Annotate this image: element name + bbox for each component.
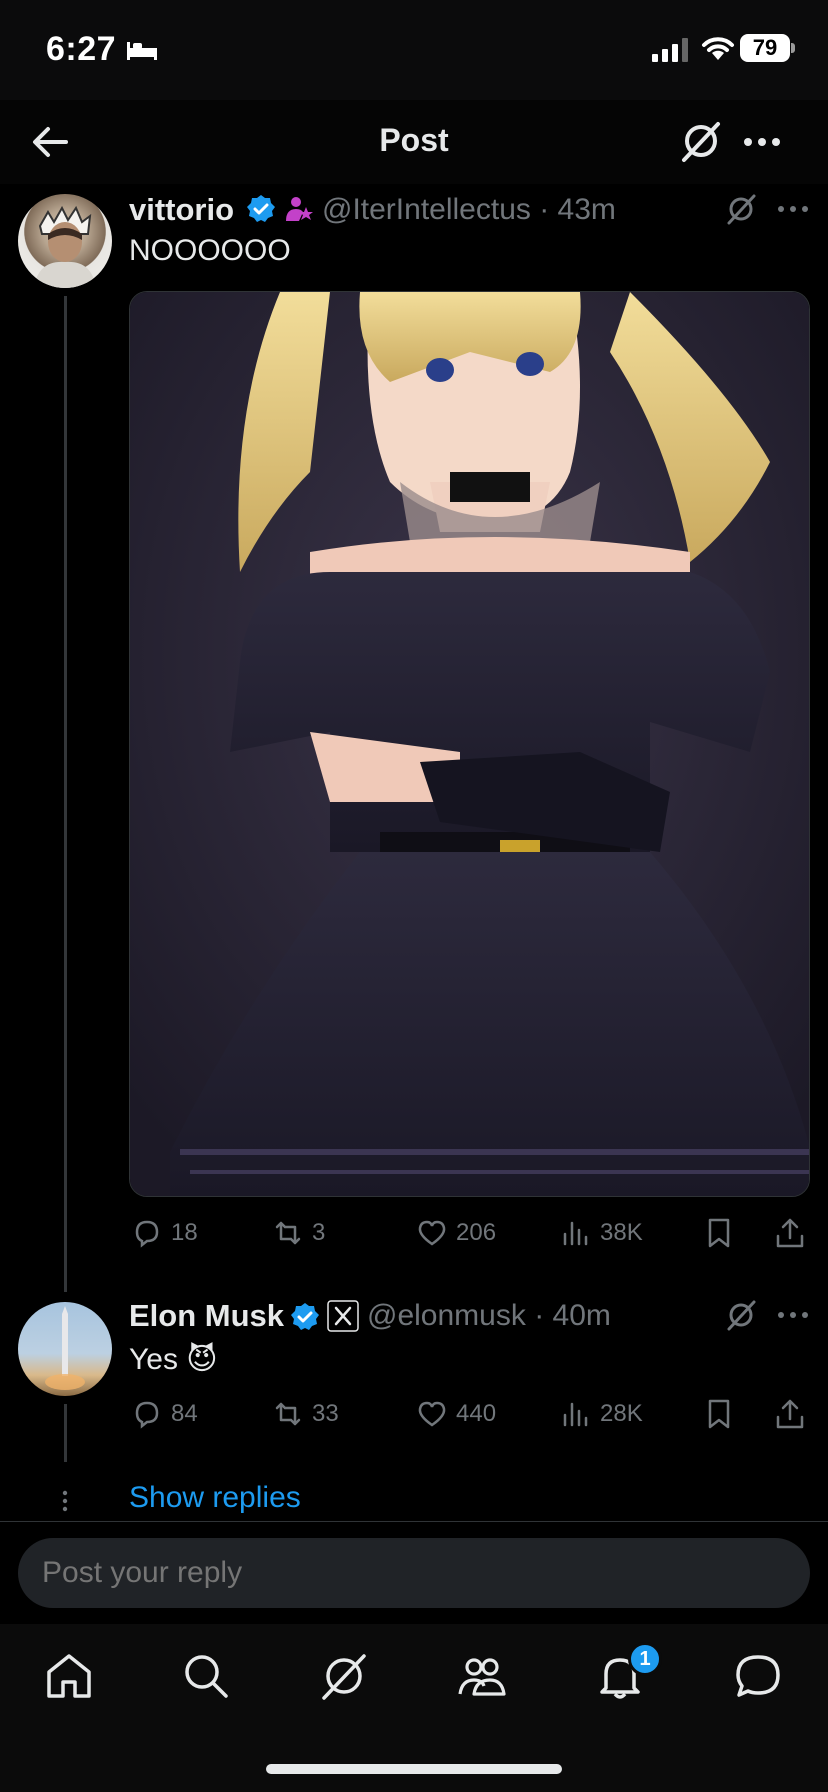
reply-count: 84: [171, 1400, 198, 1427]
battery-icon: 79: [740, 34, 790, 62]
messages-icon[interactable]: [732, 1650, 784, 1702]
thread-line: [64, 1404, 67, 1462]
share-icon[interactable]: [773, 1397, 807, 1431]
grok-icon[interactable]: [724, 192, 758, 226]
reply-bar: [0, 1521, 828, 1624]
avatar-illustration: [45, 1306, 85, 1390]
tweet-image[interactable]: [129, 291, 810, 1197]
reply-input[interactable]: [18, 1538, 810, 1608]
repost-button[interactable]: 3: [272, 1216, 325, 1250]
more-icon[interactable]: [740, 120, 784, 164]
views-icon: [563, 1221, 588, 1246]
bookmark-icon[interactable]: [702, 1397, 736, 1431]
like-count: 440: [456, 1400, 497, 1427]
wifi-icon: [702, 37, 734, 60]
post-header: Post: [0, 100, 828, 184]
views-count: 38K: [600, 1219, 643, 1246]
avatar[interactable]: [18, 1302, 112, 1396]
avatar[interactable]: [18, 194, 112, 288]
thread-line: [64, 296, 67, 1292]
reply-button[interactable]: 18: [131, 1216, 198, 1250]
reply-button[interactable]: 84: [131, 1397, 198, 1431]
verified-badge-icon: [291, 1303, 319, 1330]
grok-icon[interactable]: [678, 118, 724, 164]
handle-text: @IterIntellectus: [322, 193, 531, 226]
more-icon[interactable]: [776, 196, 810, 222]
views-count: 28K: [600, 1400, 643, 1427]
battery-tip: [791, 43, 795, 53]
signal-icon: [652, 38, 688, 62]
tweet-text: NOOOOOO: [129, 234, 291, 267]
grok-icon[interactable]: [724, 1298, 758, 1332]
home-indicator: [266, 1764, 562, 1774]
repost-count: 3: [312, 1219, 326, 1246]
notification-badge: 1: [628, 1642, 662, 1676]
repost-icon: [275, 1221, 301, 1245]
post-time: · 43m: [539, 193, 616, 226]
share-icon[interactable]: [773, 1216, 807, 1250]
verified-badge-icon: [247, 195, 275, 222]
communities-icon[interactable]: [456, 1650, 508, 1702]
reply-count: 18: [171, 1219, 198, 1246]
search-icon[interactable]: [180, 1650, 232, 1702]
repost-button[interactable]: 33: [272, 1397, 339, 1431]
author-handle[interactable]: @elonmusk · 40m: [367, 1299, 611, 1333]
like-count: 206: [456, 1219, 497, 1246]
repost-count: 33: [312, 1400, 339, 1427]
author-name[interactable]: vittorio: [129, 192, 234, 228]
heart-icon: [418, 1401, 446, 1427]
status-time: 6:27: [46, 30, 117, 68]
reply-icon: [135, 1220, 159, 1248]
avatar-illustration: [34, 205, 96, 288]
grok-icon[interactable]: [318, 1650, 370, 1702]
views-button[interactable]: 28K: [560, 1397, 643, 1431]
tweet-text: Yes 😈: [129, 1343, 218, 1376]
views-icon: [563, 1402, 588, 1427]
repost-icon: [275, 1402, 301, 1426]
x-affiliate-badge-icon: [327, 1300, 359, 1332]
bed-icon: [127, 42, 157, 60]
bookmark-icon[interactable]: [702, 1216, 736, 1250]
like-button[interactable]: 440: [416, 1397, 496, 1431]
home-icon[interactable]: [43, 1650, 95, 1702]
reply-icon: [135, 1401, 159, 1429]
like-button[interactable]: 206: [416, 1216, 496, 1250]
views-button[interactable]: 38K: [560, 1216, 643, 1250]
battery-level: 79: [752, 35, 778, 60]
creator-badge-icon: [286, 197, 313, 221]
thread-dots-icon: [62, 1490, 68, 1512]
author-name[interactable]: Elon Musk: [129, 1298, 284, 1334]
author-handle[interactable]: @IterIntellectus · 43m: [322, 193, 616, 227]
show-replies-link[interactable]: Show replies: [129, 1481, 301, 1515]
anime-girl-image: [130, 292, 809, 1196]
post-time: · 40m: [534, 1299, 611, 1332]
heart-icon: [418, 1220, 446, 1246]
more-icon[interactable]: [776, 1302, 810, 1328]
status-bar: 6:27 79: [0, 0, 828, 100]
handle-text: @elonmusk: [367, 1299, 526, 1332]
